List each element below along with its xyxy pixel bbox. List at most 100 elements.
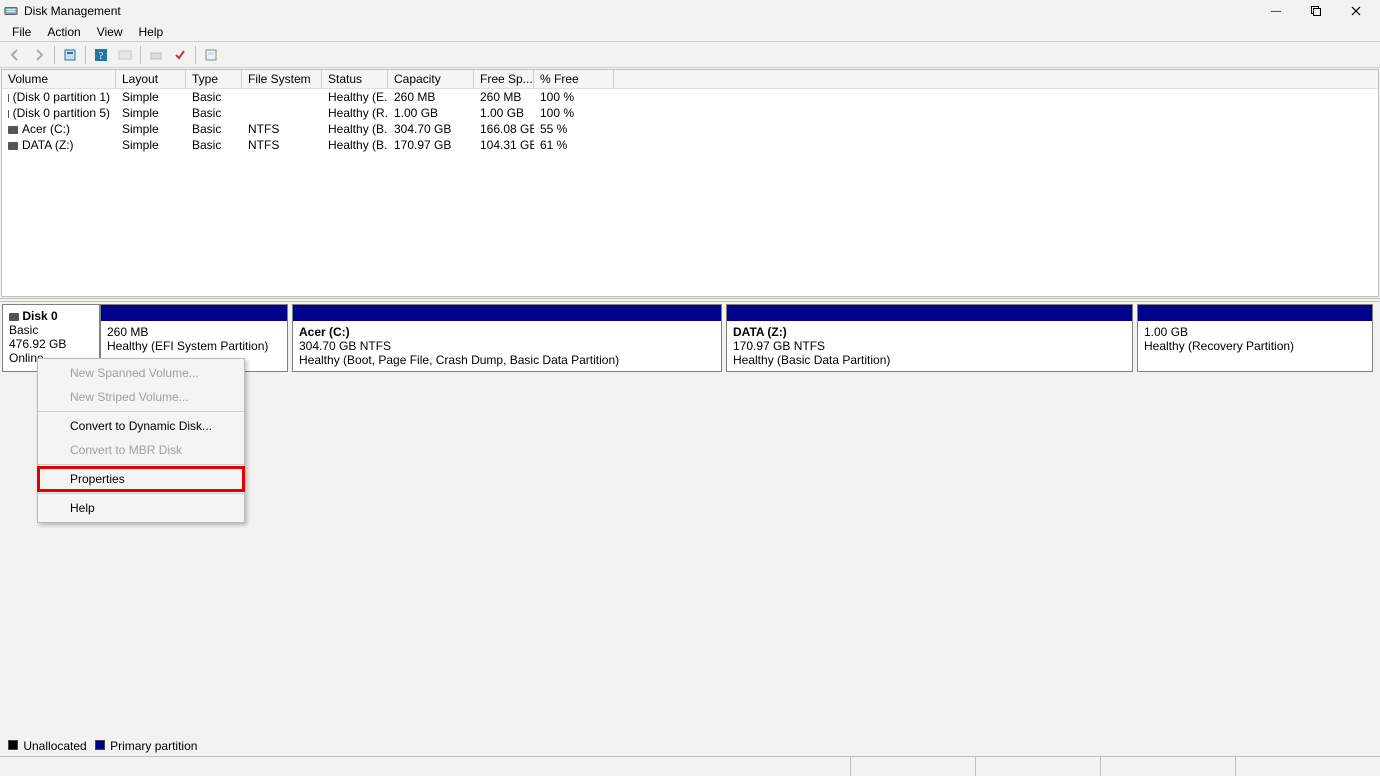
toolbar-button[interactable]	[169, 44, 191, 66]
maximize-button[interactable]	[1296, 1, 1336, 21]
disk-type: Basic	[9, 323, 38, 337]
volume-icon	[8, 94, 9, 102]
partition-title: Acer (C:)	[299, 325, 715, 339]
volume-row[interactable]: DATA (Z:) SimpleBasicNTFSHealthy (B...170…	[2, 137, 1378, 153]
toolbar-separator	[85, 46, 86, 64]
legend-swatch-primary	[95, 740, 105, 750]
volume-name: Acer (C:)	[22, 122, 70, 136]
volume-status: Healthy (B...	[322, 137, 388, 153]
volume-row[interactable]: Acer (C:)SimpleBasicNTFSHealthy (B...304…	[2, 121, 1378, 137]
volume-layout: Simple	[116, 121, 186, 137]
partition-colorbar	[1138, 305, 1372, 321]
volume-layout: Simple	[116, 137, 186, 153]
volume-fs: NTFS	[242, 137, 322, 153]
ctx-properties[interactable]: Properties	[38, 467, 244, 491]
refresh-button[interactable]	[59, 44, 81, 66]
partition-status: Healthy (Basic Data Partition)	[733, 353, 1126, 367]
partition[interactable]: 1.00 GBHealthy (Recovery Partition)	[1137, 304, 1373, 372]
volume-name: (Disk 0 partition 5)	[13, 106, 110, 120]
volume-row[interactable]: (Disk 0 partition 5)SimpleBasicHealthy (…	[2, 105, 1378, 121]
partition-status: Healthy (Boot, Page File, Crash Dump, Ba…	[299, 353, 715, 367]
volume-capacity: 1.00 GB	[388, 105, 474, 121]
partition-colorbar	[293, 305, 721, 321]
toolbar-button[interactable]	[145, 44, 167, 66]
ctx-separator	[38, 464, 244, 465]
context-menu: New Spanned Volume... New Striped Volume…	[37, 358, 245, 523]
volume-name: DATA (Z:)	[22, 138, 74, 152]
disk-name: Disk 0	[22, 309, 57, 323]
volume-type: Basic	[186, 105, 242, 121]
partition-size: 260 MB	[107, 325, 281, 339]
disk-partitions: 260 MBHealthy (EFI System Partition)Acer…	[100, 304, 1378, 372]
volume-pctfree: 55 %	[534, 121, 614, 137]
volume-name: (Disk 0 partition 1)	[13, 90, 110, 104]
partition-colorbar	[101, 305, 287, 321]
volume-list[interactable]: Volume Layout Type File System Status Ca…	[1, 69, 1379, 297]
toolbar-separator	[140, 46, 141, 64]
volume-pctfree: 100 %	[534, 105, 614, 121]
col-layout[interactable]: Layout	[116, 70, 186, 88]
volume-layout: Simple	[116, 89, 186, 105]
toolbar: ?	[0, 42, 1380, 68]
volume-type: Basic	[186, 137, 242, 153]
volume-free: 260 MB	[474, 89, 534, 105]
ctx-convert-mbr: Convert to MBR Disk	[38, 438, 244, 462]
ctx-help[interactable]: Help	[38, 496, 244, 520]
toolbar-button[interactable]	[114, 44, 136, 66]
window-controls: ―	[1256, 1, 1376, 21]
app-icon	[4, 4, 18, 18]
ctx-new-spanned: New Spanned Volume...	[38, 361, 244, 385]
toolbar-button[interactable]	[200, 44, 222, 66]
volume-status: Healthy (B...	[322, 121, 388, 137]
volume-row[interactable]: (Disk 0 partition 1)SimpleBasicHealthy (…	[2, 89, 1378, 105]
partition[interactable]: DATA (Z:)170.97 GB NTFSHealthy (Basic Da…	[726, 304, 1133, 372]
ctx-convert-dynamic[interactable]: Convert to Dynamic Disk...	[38, 414, 244, 438]
volume-free: 104.31 GB	[474, 137, 534, 153]
legend-unallocated-label: Unallocated	[23, 739, 86, 753]
svg-text:?: ?	[99, 50, 104, 62]
volume-capacity: 170.97 GB	[388, 137, 474, 153]
volume-status: Healthy (R...	[322, 105, 388, 121]
ctx-new-striped: New Striped Volume...	[38, 385, 244, 409]
status-bar	[0, 756, 1380, 776]
volume-fs	[242, 105, 322, 121]
col-volume[interactable]: Volume	[2, 70, 116, 88]
minimize-button[interactable]: ―	[1256, 1, 1296, 21]
partition[interactable]: Acer (C:)304.70 GB NTFSHealthy (Boot, Pa…	[292, 304, 722, 372]
toolbar-separator	[195, 46, 196, 64]
volume-capacity: 304.70 GB	[388, 121, 474, 137]
menu-action[interactable]: Action	[39, 23, 88, 41]
col-freespace[interactable]: Free Sp...	[474, 70, 534, 88]
title-bar: Disk Management ―	[0, 0, 1380, 22]
volume-status: Healthy (E...	[322, 89, 388, 105]
ctx-separator	[38, 493, 244, 494]
legend-primary-label: Primary partition	[110, 739, 197, 753]
partition-size: 170.97 GB NTFS	[733, 339, 1126, 353]
partition-size: 304.70 GB NTFS	[299, 339, 715, 353]
legend-swatch-unallocated	[8, 740, 18, 750]
partition-status: Healthy (Recovery Partition)	[1144, 339, 1366, 353]
ctx-separator	[38, 411, 244, 412]
forward-button[interactable]	[28, 44, 50, 66]
volume-fs: NTFS	[242, 121, 322, 137]
volume-icon	[8, 110, 9, 118]
col-filesystem[interactable]: File System	[242, 70, 322, 88]
partition-title: DATA (Z:)	[733, 325, 1126, 339]
disk-icon	[9, 313, 19, 321]
back-button[interactable]	[4, 44, 26, 66]
col-capacity[interactable]: Capacity	[388, 70, 474, 88]
close-button[interactable]	[1336, 1, 1376, 21]
volume-icon	[8, 142, 18, 150]
menu-help[interactable]: Help	[131, 23, 172, 41]
help-button[interactable]: ?	[90, 44, 112, 66]
col-status[interactable]: Status	[322, 70, 388, 88]
col-pctfree[interactable]: % Free	[534, 70, 614, 88]
col-type[interactable]: Type	[186, 70, 242, 88]
menu-view[interactable]: View	[89, 23, 131, 41]
partition-colorbar	[727, 305, 1132, 321]
legend-primary: Primary partition	[95, 739, 198, 753]
menu-file[interactable]: File	[4, 23, 39, 41]
toolbar-separator	[54, 46, 55, 64]
volume-fs	[242, 89, 322, 105]
disk-size: 476.92 GB	[9, 337, 66, 351]
